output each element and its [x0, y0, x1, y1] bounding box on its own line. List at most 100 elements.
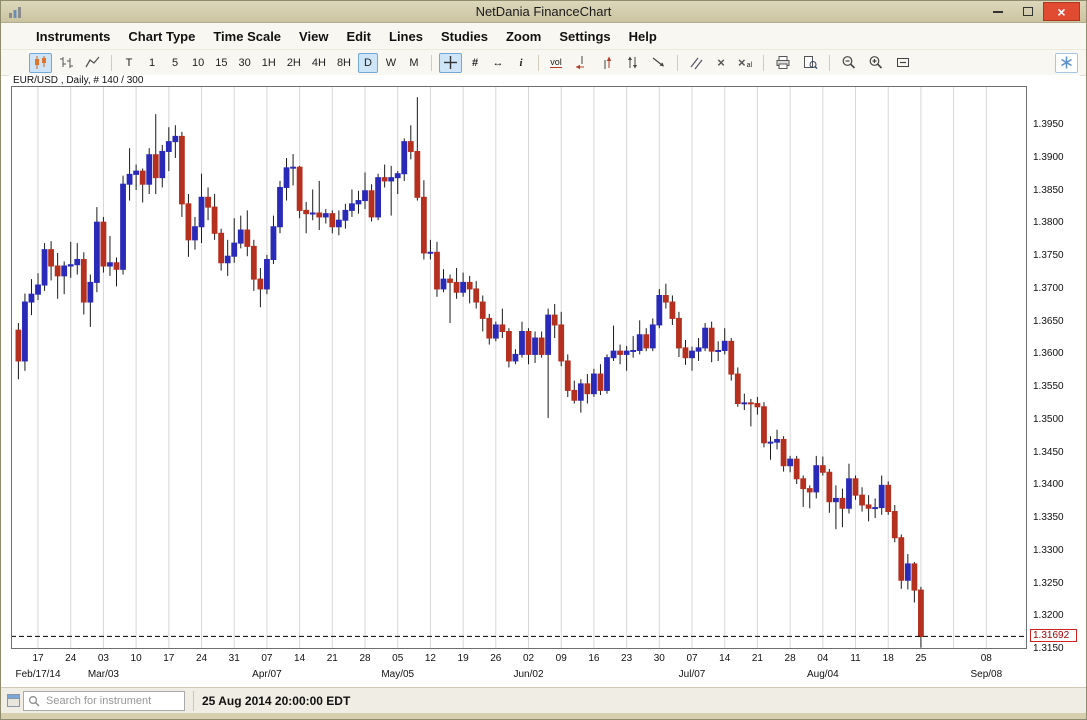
candle	[624, 351, 629, 354]
search-input[interactable]	[44, 694, 180, 708]
candle	[513, 354, 518, 361]
chart-canvas[interactable]	[11, 86, 1027, 649]
interval-D-button[interactable]: D	[358, 53, 378, 73]
bar-forward-button[interactable]	[595, 53, 618, 73]
x-axis-week-label: 25	[915, 653, 926, 664]
x-axis-week-label: 16	[588, 653, 599, 664]
search-box[interactable]	[23, 691, 185, 711]
menu-item-lines[interactable]: Lines	[380, 29, 432, 44]
menu-item-chart-type[interactable]: Chart Type	[119, 29, 204, 44]
interval-5-button[interactable]: 5	[165, 53, 185, 73]
crosshair-button[interactable]	[439, 53, 462, 73]
print-preview-button[interactable]	[798, 53, 822, 73]
x-axis-month-label: Jul/07	[679, 669, 706, 680]
candle	[670, 302, 675, 318]
candle	[55, 266, 60, 276]
candle	[840, 498, 845, 508]
chart-panel: EUR/USD , Daily, # 140 / 300 1.39501.390…	[9, 75, 1080, 686]
window-title: NetDania FinanceChart	[1, 1, 1086, 23]
zoom-out-icon	[841, 55, 857, 70]
delete-all-sub-label: al	[747, 62, 752, 69]
x-axis-week-label: 17	[32, 653, 43, 664]
candle	[153, 155, 158, 178]
ohlc-bars-icon	[59, 55, 74, 70]
interval-1-button[interactable]: 1	[142, 53, 162, 73]
candle	[762, 407, 767, 443]
interval-2H-button[interactable]: 2H	[283, 53, 305, 73]
delete-line-button[interactable]: ×	[711, 53, 731, 73]
zoom-range-button[interactable]	[891, 53, 915, 73]
info-button[interactable]: i	[511, 53, 531, 73]
workspace-star-icon	[1059, 55, 1074, 70]
workspace-button[interactable]	[1055, 53, 1078, 73]
candle	[899, 538, 904, 581]
menu-item-zoom[interactable]: Zoom	[497, 29, 550, 44]
x-axis-month-label: May/05	[381, 669, 414, 680]
snap-arrow-icon	[651, 55, 666, 70]
minimize-button[interactable]	[984, 2, 1012, 21]
candle	[251, 246, 256, 279]
snap-arrow-button[interactable]	[647, 53, 670, 73]
interval-T-button[interactable]: T	[119, 53, 139, 73]
bar-back-icon	[573, 55, 588, 70]
candle	[605, 358, 610, 391]
interval-8H-button[interactable]: 8H	[333, 53, 355, 73]
interval-4H-button[interactable]: 4H	[308, 53, 330, 73]
interval-10-button[interactable]: 10	[188, 53, 208, 73]
panel-toggle-icon[interactable]	[7, 694, 20, 707]
zoom-out-button[interactable]	[837, 53, 861, 73]
grid-icon: #	[472, 57, 478, 69]
interval-group: T151015301H2H4H8HDWM	[119, 53, 424, 73]
volume-button[interactable]: vol	[546, 53, 566, 73]
y-axis-label: 1.3150	[1033, 643, 1079, 654]
updown-arrows-button[interactable]	[621, 53, 644, 73]
bar-chart-button[interactable]	[55, 53, 78, 73]
updown-arrows-icon	[625, 55, 640, 70]
interval-M-button[interactable]: M	[404, 53, 424, 73]
x-axis-week-label: 12	[425, 653, 436, 664]
candle	[631, 350, 636, 351]
line-chart-button[interactable]	[81, 53, 104, 73]
x-axis-week-label: 28	[785, 653, 796, 664]
menu-item-studies[interactable]: Studies	[432, 29, 497, 44]
interval-W-button[interactable]: W	[381, 53, 401, 73]
bar-back-button[interactable]	[569, 53, 592, 73]
candle	[134, 171, 139, 174]
candle	[520, 331, 525, 354]
maximize-button[interactable]	[1014, 2, 1042, 21]
candle	[304, 210, 309, 213]
close-button[interactable]: ×	[1043, 2, 1080, 21]
interval-30-button[interactable]: 30	[235, 53, 255, 73]
candle	[820, 466, 825, 473]
menu-item-time-scale[interactable]: Time Scale	[204, 29, 290, 44]
grid-button[interactable]: #	[465, 53, 485, 73]
delete-all-lines-button[interactable]: ×al	[734, 53, 756, 73]
menu-item-view[interactable]: View	[290, 29, 337, 44]
x-axis-week-label: 21	[752, 653, 763, 664]
candle	[68, 265, 73, 266]
y-axis-label: 1.3350	[1033, 512, 1079, 523]
zoom-in-button[interactable]	[864, 53, 888, 73]
candle	[147, 155, 152, 184]
candlestick-chart-button[interactable]	[29, 53, 52, 73]
interval-1H-button[interactable]: 1H	[258, 53, 280, 73]
candle	[755, 404, 760, 407]
pan-button[interactable]: ↔	[488, 53, 508, 73]
print-button[interactable]	[771, 53, 795, 73]
candle	[356, 201, 361, 204]
interval-15-button[interactable]: 15	[211, 53, 231, 73]
candle	[16, 330, 21, 361]
trendline-button[interactable]	[685, 53, 708, 73]
x-axis-week-label: 11	[850, 653, 860, 664]
x-axis-week-label: 24	[65, 653, 76, 664]
candle	[742, 403, 747, 404]
menu-item-help[interactable]: Help	[620, 29, 666, 44]
candle	[461, 282, 466, 292]
x-axis-week-label: 30	[654, 653, 665, 664]
candle	[788, 459, 793, 466]
menu-item-instruments[interactable]: Instruments	[27, 29, 119, 44]
menu-item-settings[interactable]: Settings	[550, 29, 619, 44]
candle	[500, 325, 505, 332]
menu-item-edit[interactable]: Edit	[337, 29, 380, 44]
candle	[206, 197, 211, 207]
